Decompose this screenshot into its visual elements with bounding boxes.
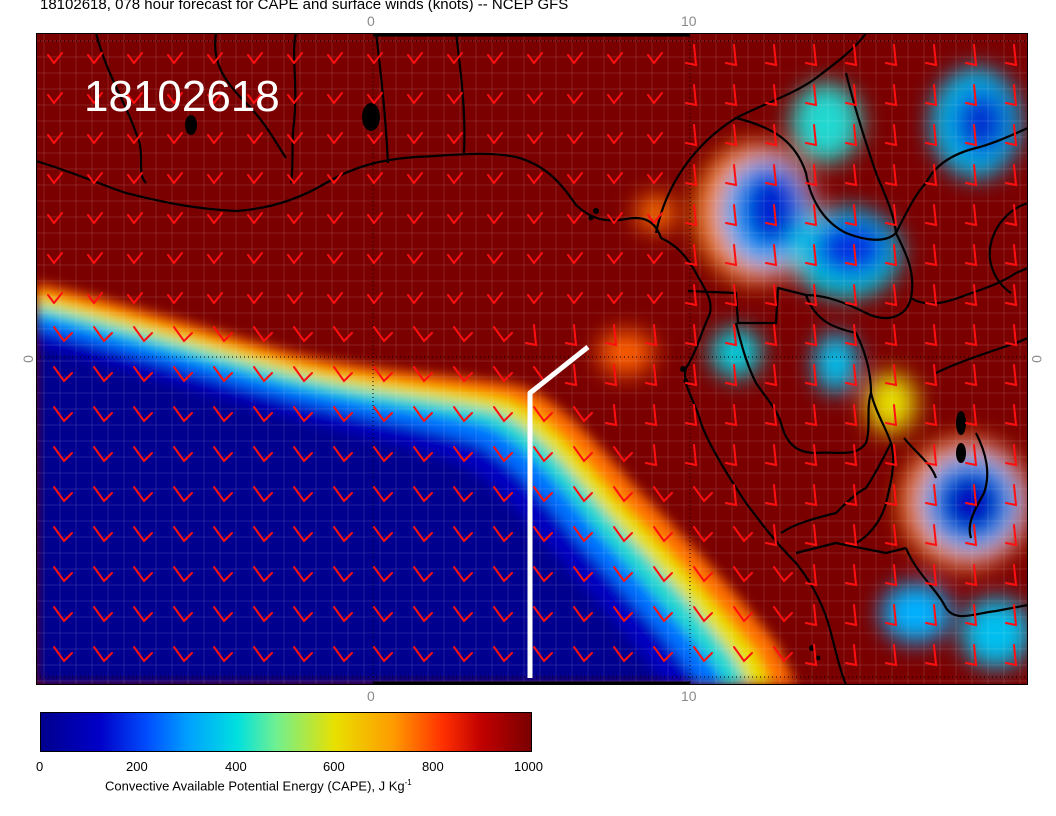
cape-wind-map: [36, 33, 1028, 685]
colorbar-caption: Convective Available Potential Energy (C…: [105, 776, 412, 793]
colorbar-caption-text: Convective Available Potential Energy (C…: [105, 778, 405, 794]
colorbar-label-800: 800: [422, 759, 444, 774]
date-stamp: 18102618: [84, 72, 280, 121]
bottom-tick-label-10: 10: [681, 688, 697, 704]
colorbar-label-0: 0: [36, 759, 44, 774]
colorbar-caption-superscript: -1: [404, 778, 412, 787]
top-tick-label-10: 10: [681, 13, 697, 29]
top-tick-label-0: 0: [367, 13, 375, 29]
map-panel: 18102618: [36, 33, 1028, 685]
cape-colorbar: [40, 712, 532, 752]
bottom-tick-label-0: 0: [367, 688, 375, 704]
colorbar-label-600: 600: [323, 759, 345, 774]
right-tick-label-0: 0: [1028, 355, 1045, 363]
colorbar-label-400: 400: [225, 759, 247, 774]
colorbar-label-1000: 1000: [514, 759, 543, 774]
map-title: 18102618, 078 hour forecast for CAPE and…: [40, 0, 569, 13]
colorbar-label-200: 200: [126, 759, 148, 774]
left-tick-label-0: 0: [19, 355, 36, 363]
